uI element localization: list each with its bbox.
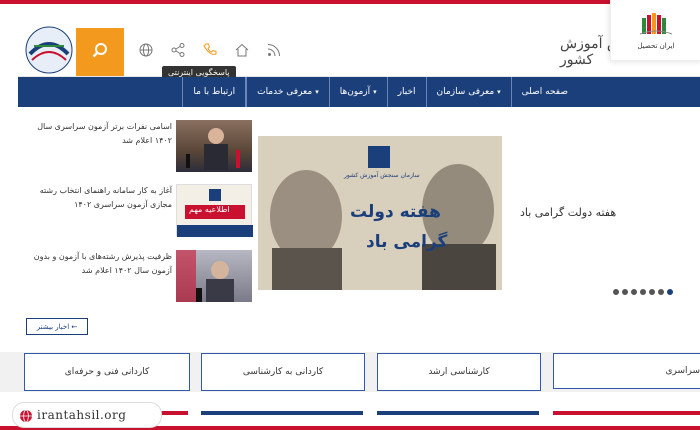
banner-line1: هفته دولت xyxy=(350,202,441,222)
nav-item-about[interactable]: معرفی سازمان ▾ xyxy=(425,77,511,107)
rss-icon[interactable] xyxy=(266,42,282,58)
globe-icon xyxy=(19,408,33,423)
category-masters-button[interactable]: کارشناسی ارشد xyxy=(377,353,541,391)
category-national-button[interactable]: سراسری xyxy=(553,353,700,389)
news-item[interactable]: ظرفیت پذیرش رشته‌های با آزمون و بدون آزم… xyxy=(26,250,252,304)
banner-org: سازمان سنجش آموزش کشور xyxy=(344,172,420,179)
watermark-badge: irantahsil.org xyxy=(12,402,162,428)
nav-label: ارتباط با ما xyxy=(193,87,236,97)
news-thumb-image: اطلاعیه مهم xyxy=(176,184,253,237)
slider-dot[interactable] xyxy=(658,289,664,295)
globe-icon[interactable] xyxy=(138,42,154,58)
main-nav: صفحه اصلی معرفی سازمان ▾ اخبار آزمون‌ها ▾ … xyxy=(18,77,700,107)
nav-item-home[interactable]: صفحه اصلی xyxy=(510,77,578,107)
chevron-down-icon: ▾ xyxy=(373,88,377,96)
news-thumb-image xyxy=(176,250,252,302)
nav-item-contact[interactable]: ارتباط با ما xyxy=(182,77,247,107)
nav-label: صفحه اصلی xyxy=(521,87,568,97)
more-news-button[interactable]: اخبار بیشتر ← xyxy=(26,318,88,335)
watermark-text: irantahsil.org xyxy=(37,408,127,422)
nav-label: معرفی سازمان xyxy=(436,87,495,97)
share-icon[interactable] xyxy=(170,42,186,58)
news-thumb-image xyxy=(176,120,252,172)
category-technical-button[interactable]: کاردانی فنی و حرفه‌ای xyxy=(24,353,190,391)
home-icon[interactable] xyxy=(234,42,250,58)
news-item[interactable]: اسامی نفرات برتر آزمون سراسری سال ۱۴۰۲ ا… xyxy=(26,120,252,174)
thumb-label: اطلاعیه مهم xyxy=(189,205,230,214)
news-title: اسامی نفرات برتر آزمون سراسری سال ۱۴۰۲ ا… xyxy=(37,122,172,145)
search-icon xyxy=(92,42,108,62)
phone-icon[interactable] xyxy=(202,42,218,58)
irantahsil-badge: ایران تحصیل xyxy=(610,0,700,61)
nav-label: معرفی خدمات xyxy=(257,87,313,97)
slider-banner[interactable]: سازمان سنجش آموزش کشور هفته دولت گرامی ب… xyxy=(258,136,502,290)
slider-caption: هفته دولت گرامی باد xyxy=(520,206,617,219)
books-icon xyxy=(638,10,674,40)
tax-logo-icon xyxy=(24,24,74,76)
news-item[interactable]: آغاز به کار سامانه راهنمای انتخاب رشته م… xyxy=(26,184,253,238)
nav-item-exams[interactable]: آزمون‌ها ▾ xyxy=(328,77,387,107)
chevron-down-icon: ▾ xyxy=(315,88,319,96)
search-button[interactable] xyxy=(76,28,124,76)
slider-dot[interactable] xyxy=(667,289,673,295)
banner-line2: گرامی باد xyxy=(366,232,448,252)
slider-dots xyxy=(613,289,673,295)
slider-dot[interactable] xyxy=(640,289,646,295)
chevron-down-icon: ▾ xyxy=(497,88,501,96)
news-title: ظرفیت پذیرش رشته‌های با آزمون و بدون آزم… xyxy=(33,252,172,275)
slider-dot[interactable] xyxy=(613,289,619,295)
nav-label: آزمون‌ها xyxy=(339,87,371,97)
nav-item-services[interactable]: معرفی خدمات ▾ xyxy=(246,77,329,107)
header-icon-bar xyxy=(138,42,282,58)
badge-text: ایران تحصیل xyxy=(637,42,675,50)
category-associate-to-bachelor-button[interactable]: کاردانی به کارشناسی xyxy=(201,353,365,391)
nav-label: اخبار xyxy=(397,87,416,97)
nav-item-news[interactable]: اخبار xyxy=(386,77,426,107)
slider-dot[interactable] xyxy=(631,289,637,295)
news-title: آغاز به کار سامانه راهنمای انتخاب رشته م… xyxy=(39,186,172,209)
slider-dot[interactable] xyxy=(622,289,628,295)
slider-dot[interactable] xyxy=(649,289,655,295)
